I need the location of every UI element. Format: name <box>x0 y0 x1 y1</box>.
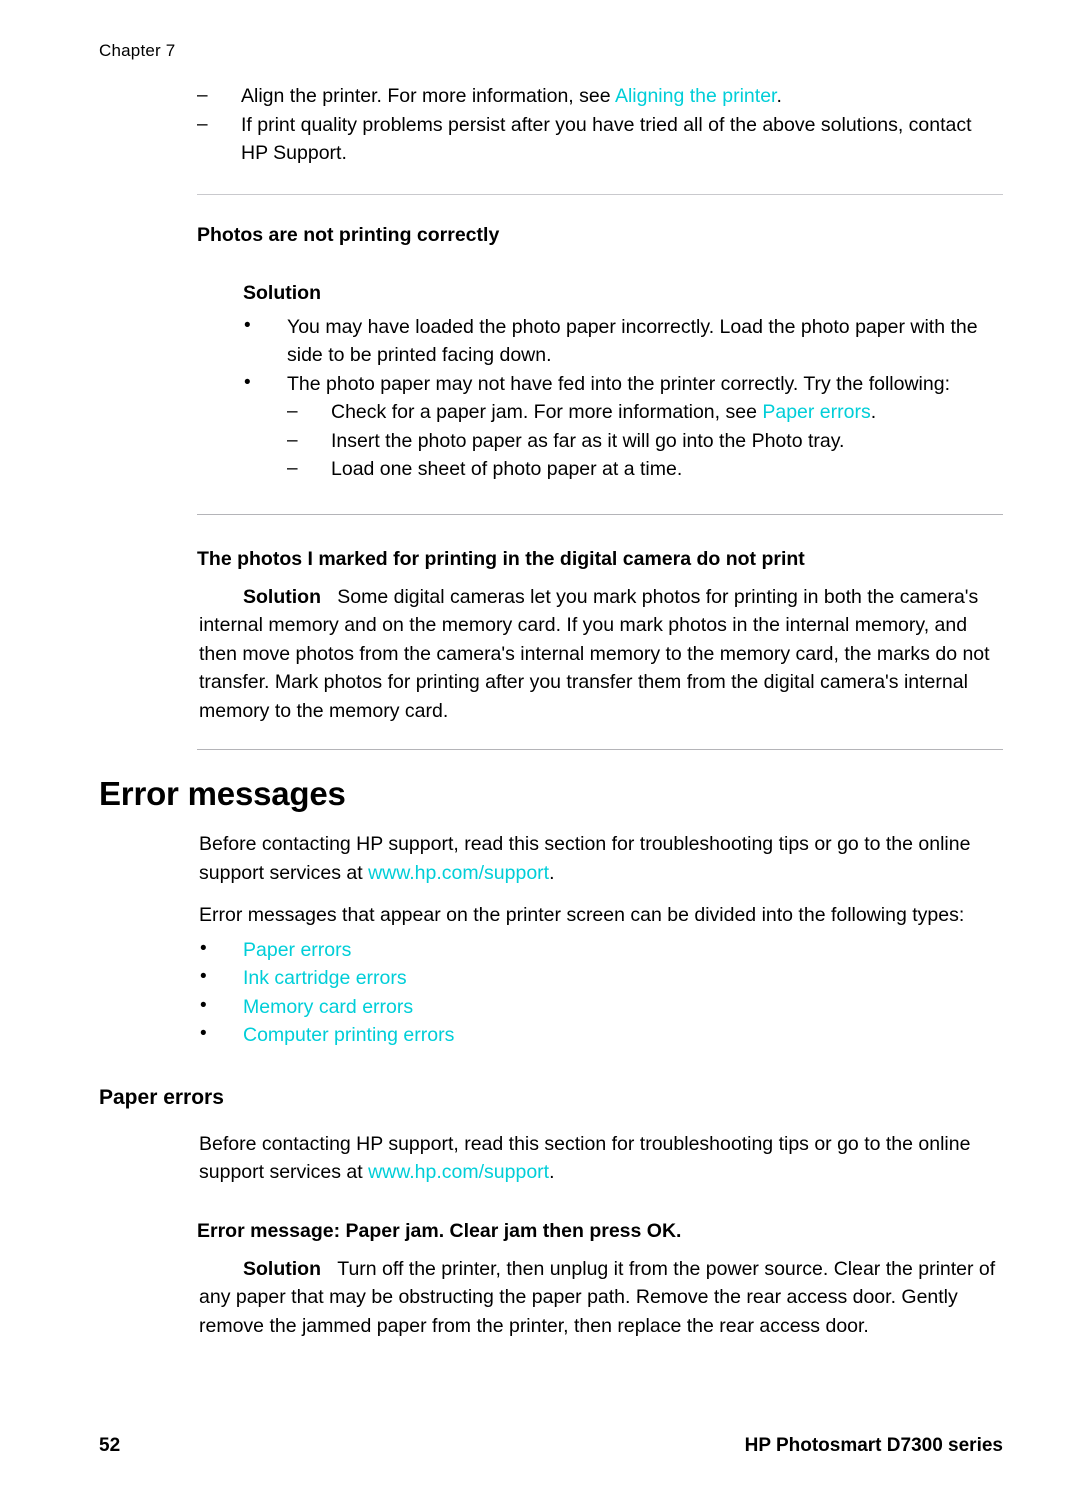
topic-heading: Photos are not printing correctly <box>197 223 500 246</box>
list-item: Align the printer. For more information,… <box>197 82 1003 111</box>
continuation-dash-list: Align the printer. For more information,… <box>197 82 1003 168</box>
subsection-heading: Paper errors <box>99 1085 224 1109</box>
footer-product-name: HP Photosmart D7300 series <box>744 1435 1003 1456</box>
list-item: Paper errors <box>199 935 1003 965</box>
link-paper-errors[interactable]: Paper errors <box>762 401 870 423</box>
list-item-text: The photo paper may not have fed into th… <box>287 372 950 395</box>
section-paper-jam: Error message: Paper jam. Clear jam then… <box>197 1217 1003 1341</box>
support-intro-paragraph: Before contacting HP support, read this … <box>199 830 1003 887</box>
list-item-text: You may have loaded the photo paper inco… <box>287 315 978 367</box>
link-hp-support-url[interactable]: www.hp.com/support <box>368 862 549 884</box>
topic-heading: The photos I marked for printing in the … <box>197 547 805 570</box>
page-title: Error messages <box>99 775 346 812</box>
intro-text-after: . <box>549 861 555 884</box>
list-item: Insert the photo paper as far as it will… <box>287 427 1003 456</box>
link-ink-cartridge-errors[interactable]: Ink cartridge errors <box>243 967 407 989</box>
solution-paragraph: Solution Some digital cameras let you ma… <box>199 583 1003 726</box>
solution-label: Solution <box>243 1257 321 1280</box>
error-messages-body: Before contacting HP support, read this … <box>199 830 1003 1050</box>
page-content: Align the printer. For more information,… <box>0 82 1080 1340</box>
nested-dash-list: Check for a paper jam. For more informat… <box>287 398 1003 484</box>
section-paper-errors: Paper errors <box>99 1084 1003 1112</box>
footer-page-number: 52 <box>99 1435 121 1456</box>
document-page: Chapter 7 Align the printer. For more in… <box>0 0 1080 1495</box>
list-item-text-after: . <box>776 85 782 107</box>
link-computer-printing-errors[interactable]: Computer printing errors <box>243 1024 454 1046</box>
intro-text-after: . <box>549 1161 555 1183</box>
solution-label: Solution <box>243 281 321 304</box>
paper-errors-body: Before contacting HP support, read this … <box>199 1130 1003 1187</box>
section-error-messages: Error messages <box>99 774 1003 814</box>
list-item: The photo paper may not have fed into th… <box>243 369 1003 484</box>
topic-heading: Error message: Paper jam. Clear jam then… <box>197 1219 682 1242</box>
list-item-text-before: Align the printer. For more information,… <box>241 85 615 107</box>
list-item: Load one sheet of photo paper at a time. <box>287 455 1003 484</box>
continuation-list-block: Align the printer. For more information,… <box>197 82 1003 168</box>
intro-text-before: Before contacting HP support, read this … <box>199 833 971 884</box>
support-intro-paragraph: Before contacting HP support, read this … <box>199 1130 1003 1187</box>
list-item: Memory card errors <box>199 992 1003 1022</box>
link-aligning-the-printer[interactable]: Aligning the printer <box>615 85 777 107</box>
link-paper-errors[interactable]: Paper errors <box>243 939 351 961</box>
list-item: You may have loaded the photo paper inco… <box>243 312 1003 370</box>
types-intro-paragraph: Error messages that appear on the printe… <box>199 904 965 926</box>
list-item-text-before: Check for a paper jam. For more informat… <box>331 401 763 423</box>
section-photos-not-printing: Photos are not printing correctly Soluti… <box>197 221 1003 484</box>
link-hp-support-url[interactable]: www.hp.com/support <box>368 1161 549 1183</box>
error-type-link-list: Paper errors Ink cartridge errors Memory… <box>199 935 1003 1050</box>
list-item-text-before: Insert the photo paper as far as it will… <box>331 429 845 452</box>
list-item-text-after: . <box>870 401 877 423</box>
list-item: Computer printing errors <box>199 1020 1003 1050</box>
list-item-text-before: If print quality problems persist after … <box>241 113 972 165</box>
solution-bullet-list: You may have loaded the photo paper inco… <box>243 312 1003 484</box>
list-item: Check for a paper jam. For more informat… <box>287 398 1003 427</box>
solution-block: Solution You may have loaded the photo p… <box>243 279 1003 484</box>
solution-paragraph: Solution Turn off the printer, then unpl… <box>199 1255 1003 1341</box>
list-item: Ink cartridge errors <box>199 963 1003 993</box>
list-item-text-before: Load one sheet of photo paper at a time. <box>331 458 683 480</box>
section-marked-photos: The photos I marked for printing in the … <box>197 545 1003 726</box>
page-footer: 52 HP Photosmart D7300 series <box>0 1405 1080 1495</box>
list-item: If print quality problems persist after … <box>197 111 1003 168</box>
intro-text-before: Before contacting HP support, read this … <box>199 1132 971 1184</box>
link-memory-card-errors[interactable]: Memory card errors <box>243 996 413 1018</box>
solution-label: Solution <box>243 585 321 608</box>
chapter-running-head: Chapter 7 <box>99 41 176 60</box>
